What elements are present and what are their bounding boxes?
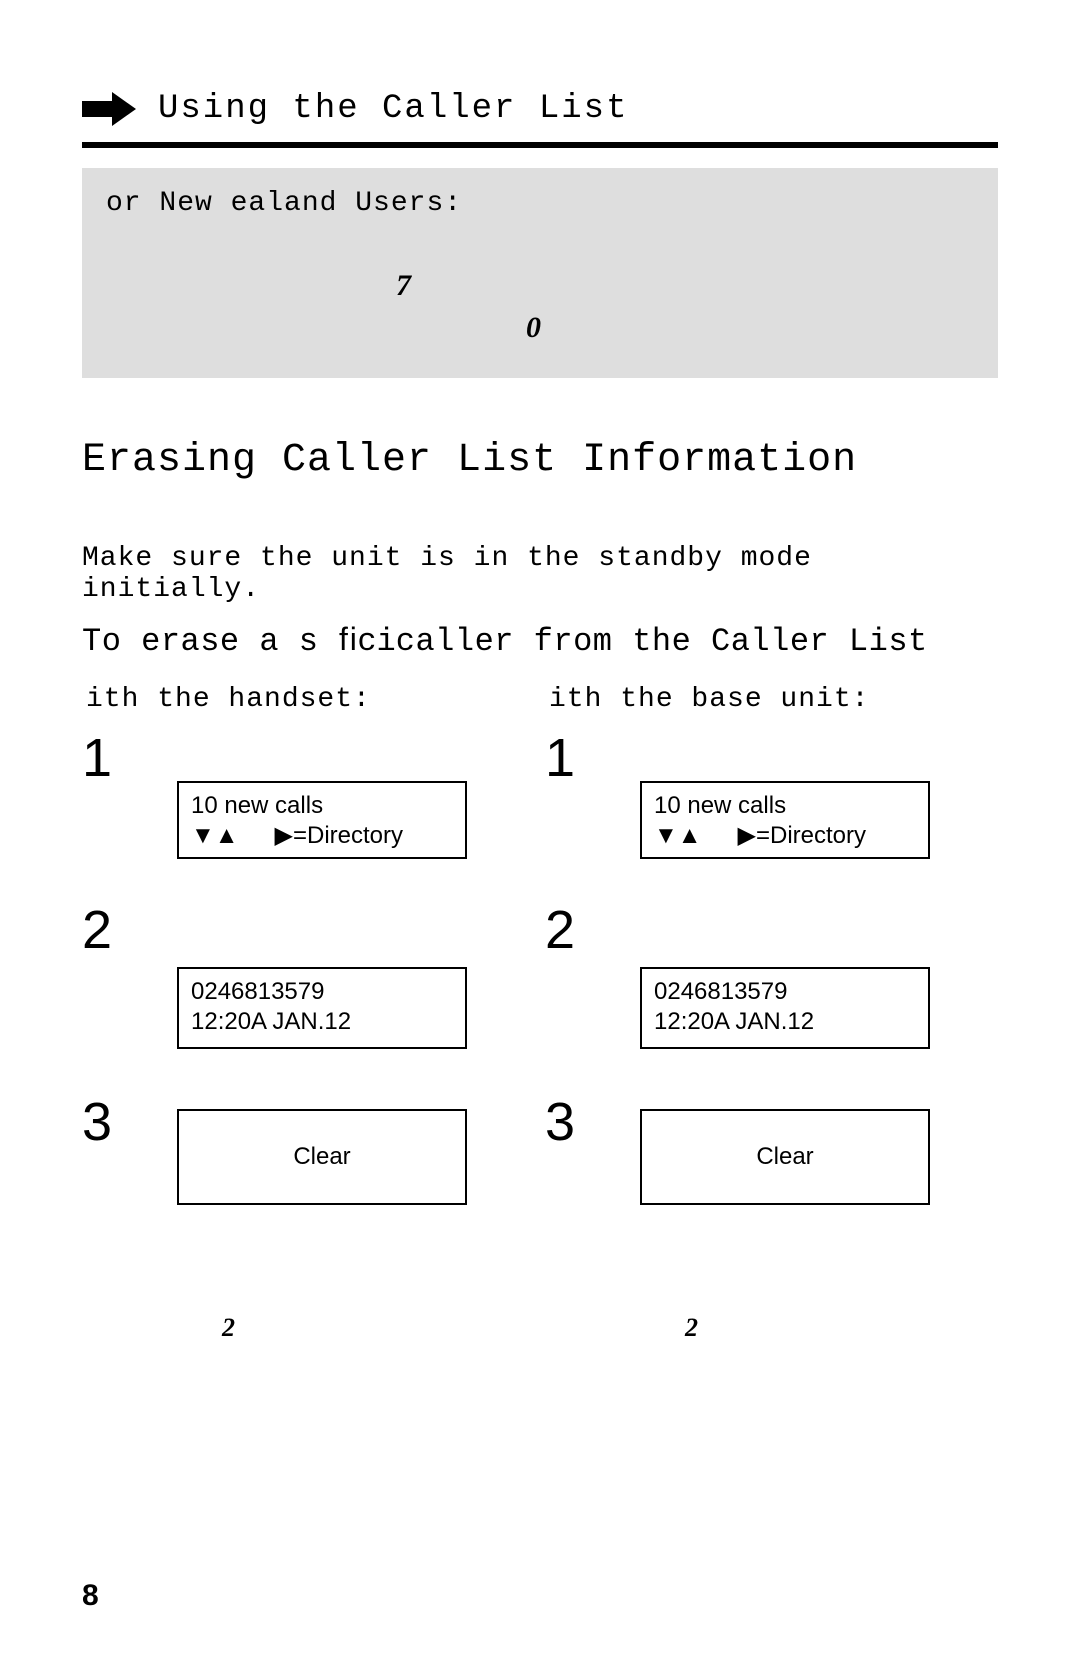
section-intro: Make sure the unit is in the standby mod… — [82, 543, 998, 605]
base-step-2: 2 0246813579 12:20A JAN.12 — [545, 899, 998, 1069]
lcd-clear-label: Clear — [756, 1142, 813, 1172]
step-number: 3 — [82, 1091, 112, 1153]
region-note-box: or New ealand Users: 7 0 — [82, 168, 998, 378]
page-number: 8 — [82, 1579, 99, 1613]
nav-arrows-icon: ▼▲ — [191, 821, 239, 851]
lcd-line-calls: 10 new calls — [654, 791, 916, 821]
note-line: or New ealand Users: — [106, 188, 974, 219]
manual-page: Using the Caller List or New ealand User… — [0, 0, 1080, 1669]
handset-step-3: 3 Clear — [82, 1091, 535, 1291]
lcd-line-calls: 10 new calls — [191, 791, 453, 821]
lcd-screen: Clear — [177, 1109, 467, 1205]
column-handset: ith the handset: 1 10 new calls ▼▲ ▶=Dir… — [82, 684, 535, 1343]
step-number: 2 — [82, 899, 112, 961]
step-number: 3 — [545, 1091, 575, 1153]
base-step-3: 3 Clear — [545, 1091, 998, 1291]
base-footnote: 2 — [685, 1313, 998, 1343]
note-num-0: 0 — [526, 311, 541, 345]
lcd-line-number: 0246813579 — [191, 977, 453, 1007]
sub-glued: ﬁci — [338, 623, 396, 660]
handset-footnote: 2 — [222, 1313, 535, 1343]
base-step-1: 1 10 new calls ▼▲ ▶=Directory — [545, 727, 998, 877]
note-numbers: 7 0 — [106, 219, 974, 329]
lcd-directory: ▶=Directory — [738, 821, 866, 851]
arrow-right-icon — [82, 92, 136, 126]
lcd-line-time: 12:20A JAN.12 — [654, 1007, 916, 1037]
lcd-directory: ▶=Directory — [275, 821, 403, 851]
sub-prefix: To erase a s — [82, 623, 338, 660]
section-subheading: To erase a s ﬁcicaller from the Caller L… — [82, 623, 998, 660]
step-number: 1 — [545, 727, 575, 789]
page-title: Using the Caller List — [158, 90, 628, 128]
lcd-screen: 10 new calls ▼▲ ▶=Directory — [177, 781, 467, 859]
lcd-screen: 0246813579 12:20A JAN.12 — [640, 967, 930, 1049]
page-header: Using the Caller List — [82, 90, 998, 128]
lcd-screen: 0246813579 12:20A JAN.12 — [177, 967, 467, 1049]
nav-arrows-icon: ▼▲ — [654, 821, 702, 851]
sub-suffix: caller from the Caller List — [396, 623, 928, 660]
lcd-line-time: 12:20A JAN.12 — [191, 1007, 453, 1037]
column-handset-header: ith the handset: — [86, 684, 535, 715]
column-base-header: ith the base unit: — [549, 684, 998, 715]
step-number: 2 — [545, 899, 575, 961]
lcd-line-number: 0246813579 — [654, 977, 916, 1007]
column-base-unit: ith the base unit: 1 10 new calls ▼▲ ▶=D… — [545, 684, 998, 1343]
section-heading: Erasing Caller List Information — [82, 438, 998, 483]
handset-step-1: 1 10 new calls ▼▲ ▶=Directory — [82, 727, 535, 877]
lcd-screen: 10 new calls ▼▲ ▶=Directory — [640, 781, 930, 859]
handset-step-2: 2 0246813579 12:20A JAN.12 — [82, 899, 535, 1069]
lcd-screen: Clear — [640, 1109, 930, 1205]
header-rule — [82, 142, 998, 148]
lcd-clear-label: Clear — [293, 1142, 350, 1172]
instruction-columns: ith the handset: 1 10 new calls ▼▲ ▶=Dir… — [82, 684, 998, 1343]
note-num-7: 7 — [396, 269, 411, 303]
step-number: 1 — [82, 727, 112, 789]
